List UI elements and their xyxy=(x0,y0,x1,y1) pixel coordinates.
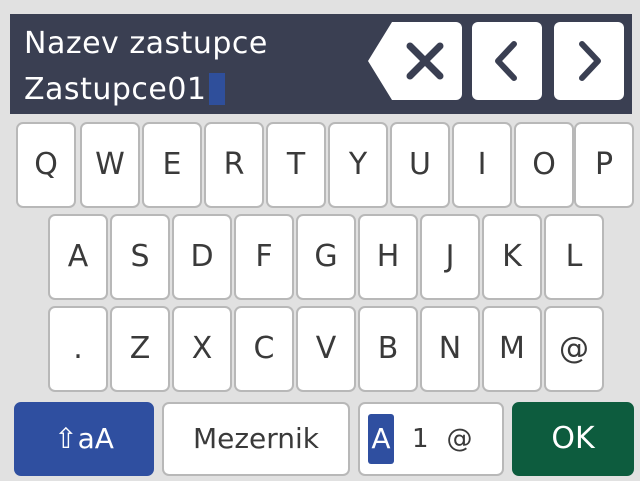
key-n[interactable]: N xyxy=(420,306,480,392)
key-label: P xyxy=(594,147,614,182)
key-label: L xyxy=(565,239,583,274)
key-w[interactable]: W xyxy=(80,122,140,208)
key-label: X xyxy=(191,331,213,366)
key-label: A xyxy=(67,239,89,274)
screen: Nazev zastupce Zastupce01 Q W E R T Y U … xyxy=(0,0,640,481)
text-cursor xyxy=(208,73,225,105)
key-label: O xyxy=(532,147,556,182)
key-label: D xyxy=(190,239,214,274)
key-z[interactable]: Z xyxy=(110,306,170,392)
key-y[interactable]: Y xyxy=(328,122,388,208)
input-header: Nazev zastupce Zastupce01 xyxy=(10,14,632,114)
key-o[interactable]: O xyxy=(514,122,574,208)
key-label: I xyxy=(477,147,487,182)
key-label: F xyxy=(255,239,273,274)
key-label: C xyxy=(253,331,275,366)
key-f[interactable]: F xyxy=(234,214,294,300)
key-t[interactable]: T xyxy=(266,122,326,208)
key-s[interactable]: S xyxy=(110,214,170,300)
key-label: E xyxy=(162,147,182,182)
key-period[interactable]: . xyxy=(48,306,108,392)
key-label: . xyxy=(73,331,83,366)
key-label: V xyxy=(315,331,337,366)
key-label: K xyxy=(502,239,522,274)
input-mode-button[interactable]: A 1 @ xyxy=(358,402,504,476)
key-l[interactable]: L xyxy=(544,214,604,300)
field-value-text: Zastupce01 xyxy=(24,72,207,107)
key-p[interactable]: P xyxy=(574,122,634,208)
key-label: H xyxy=(376,239,400,274)
cursor-left-button[interactable] xyxy=(472,22,542,100)
space-button[interactable]: Mezernik xyxy=(162,402,350,476)
key-at[interactable]: @ xyxy=(544,306,604,392)
key-r[interactable]: R xyxy=(204,122,264,208)
mode-letter-indicator: A xyxy=(368,414,394,464)
key-d[interactable]: D xyxy=(172,214,232,300)
backspace-button[interactable] xyxy=(362,22,462,100)
key-i[interactable]: I xyxy=(452,122,512,208)
field-value[interactable]: Zastupce01 xyxy=(24,72,225,107)
key-j[interactable]: J xyxy=(420,214,480,300)
key-label: B xyxy=(377,331,399,366)
key-label: Z xyxy=(129,331,151,366)
space-label: Mezernik xyxy=(192,422,320,455)
key-label: S xyxy=(130,239,150,274)
key-q[interactable]: Q xyxy=(16,122,76,208)
mode-number-label: 1 xyxy=(412,424,429,454)
backspace-icon xyxy=(362,22,456,100)
key-label: R xyxy=(223,147,245,182)
shift-button[interactable]: ⇧aA xyxy=(14,402,154,476)
key-m[interactable]: M xyxy=(482,306,542,392)
field-title: Nazev zastupce xyxy=(24,26,268,61)
key-e[interactable]: E xyxy=(142,122,202,208)
key-g[interactable]: G xyxy=(296,214,356,300)
key-label: G xyxy=(314,239,338,274)
key-label: T xyxy=(286,147,306,182)
key-k[interactable]: K xyxy=(482,214,542,300)
key-label: W xyxy=(95,147,125,182)
key-label: N xyxy=(438,331,462,366)
key-label: M xyxy=(499,331,525,366)
cursor-right-button[interactable] xyxy=(554,22,624,100)
key-label: Y xyxy=(348,147,368,182)
key-x[interactable]: X xyxy=(172,306,232,392)
chevron-left-icon xyxy=(495,41,517,81)
key-label: @ xyxy=(559,331,589,366)
key-label: Q xyxy=(34,147,58,182)
key-v[interactable]: V xyxy=(296,306,356,392)
ok-button[interactable]: OK xyxy=(512,402,634,476)
key-c[interactable]: C xyxy=(234,306,294,392)
shift-label: ⇧aA xyxy=(54,422,114,455)
mode-symbol-label: @ xyxy=(446,424,473,454)
chevron-right-icon xyxy=(579,41,601,81)
key-u[interactable]: U xyxy=(390,122,450,208)
key-label: U xyxy=(409,147,431,182)
key-b[interactable]: B xyxy=(358,306,418,392)
key-h[interactable]: H xyxy=(358,214,418,300)
key-label: J xyxy=(445,239,455,274)
key-a[interactable]: A xyxy=(48,214,108,300)
ok-label: OK xyxy=(551,421,595,456)
